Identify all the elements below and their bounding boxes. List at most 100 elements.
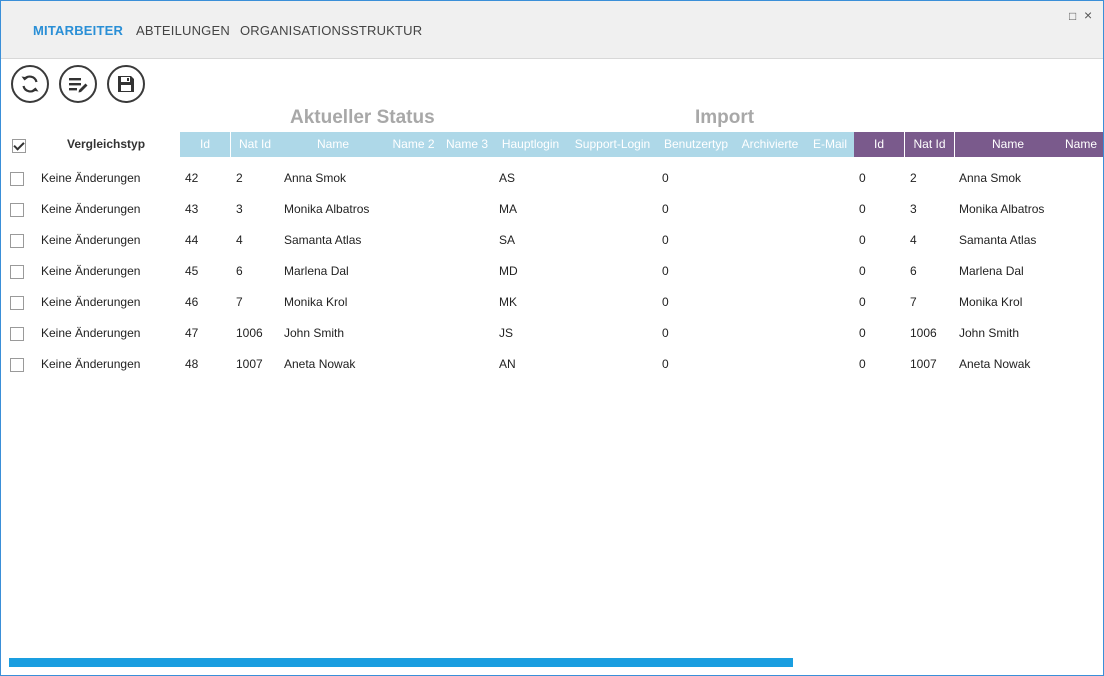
name-cell: Samanta Atlas	[284, 233, 362, 247]
refresh-button[interactable]	[11, 65, 49, 103]
nat-id-cell: 1006	[236, 326, 263, 340]
id-cell: 46	[185, 295, 199, 309]
col-header-email[interactable]: E-Mail	[806, 132, 854, 157]
hauptlogin-cell: MA	[499, 202, 517, 216]
col-header-import-name2[interactable]: Name	[1061, 132, 1103, 157]
import-id-cell: 0	[859, 295, 866, 309]
import-nat-id-cell: 1006	[910, 326, 937, 340]
group-title-import: Import	[695, 107, 755, 128]
col-header-nat-id[interactable]: Nat Id	[231, 132, 279, 157]
tab-mitarbeiter[interactable]: MITARBEITER	[33, 23, 123, 38]
app-window: MITARBEITER ABTEILUNGEN ORGANISATIONSSTR…	[0, 0, 1104, 676]
import-name-cell: Marlena Dal	[959, 264, 1024, 278]
col-header-id[interactable]: Id	[180, 132, 230, 157]
col-header-support-login[interactable]: Support-Login	[567, 132, 658, 157]
id-cell: 43	[185, 202, 199, 216]
import-id-cell: 0	[859, 202, 866, 216]
row-checkbox[interactable]	[10, 327, 24, 341]
benutzertyp-cell: 0	[662, 326, 669, 340]
nat-id-cell: 3	[236, 202, 243, 216]
row-checkbox[interactable]	[10, 358, 24, 372]
id-cell: 42	[185, 171, 199, 185]
tab-organisationsstruktur[interactable]: ORGANISATIONSSTRUKTUR	[240, 23, 422, 38]
compare-type-cell: Keine Änderungen	[41, 326, 141, 340]
compare-type-cell: Keine Änderungen	[41, 233, 141, 247]
tab-abteilungen[interactable]: ABTEILUNGEN	[136, 23, 230, 38]
table-row[interactable]: Keine Änderungen 43 3 Monika Albatros MA 0 0 3 M…	[1, 195, 1103, 226]
hauptlogin-cell: JS	[499, 326, 514, 340]
nat-id-cell: 4	[236, 233, 243, 247]
horizontal-scrollbar[interactable]	[9, 658, 793, 667]
import-id-cell: 0	[859, 171, 866, 185]
header-divider	[904, 132, 905, 157]
col-header-hauptlogin[interactable]: Hauptlogin	[494, 132, 567, 157]
group-title-current: Aktueller Status	[290, 107, 435, 128]
table-row[interactable]: Keine Änderungen 42 2 Anna Smok AS 0 0 2 Anna Sm…	[1, 164, 1103, 195]
table-row[interactable]: Keine Änderungen 46 7 Monika Krol MK 0 0 7 Monik…	[1, 288, 1103, 319]
row-checkbox[interactable]	[10, 234, 24, 248]
col-header-import-name[interactable]: Name	[955, 132, 1061, 157]
compare-type-cell: Keine Änderungen	[41, 171, 141, 185]
compare-type-cell: Keine Änderungen	[41, 295, 141, 309]
import-id-cell: 0	[859, 357, 866, 371]
import-name-cell: Aneta Nowak	[959, 357, 1031, 371]
row-checkbox[interactable]	[10, 265, 24, 279]
benutzertyp-cell: 0	[662, 202, 669, 216]
col-header-name[interactable]: Name	[279, 132, 387, 157]
tab-bar: MITARBEITER ABTEILUNGEN ORGANISATIONSSTR…	[1, 1, 1103, 59]
header-divider	[954, 132, 955, 157]
import-id-cell: 0	[859, 264, 866, 278]
import-nat-id-cell: 3	[910, 202, 917, 216]
benutzertyp-cell: 0	[662, 264, 669, 278]
close-icon[interactable]: ×	[1084, 7, 1092, 23]
id-cell: 47	[185, 326, 199, 340]
col-header-import-nat-id[interactable]: Nat Id	[905, 132, 954, 157]
name-cell: Anna Smok	[284, 171, 347, 185]
col-header-benutzertyp[interactable]: Benutzertyp	[658, 132, 734, 157]
refresh-icon	[21, 75, 39, 93]
nat-id-cell: 1007	[236, 357, 263, 371]
benutzertyp-cell: 0	[662, 295, 669, 309]
col-header-import-id[interactable]: Id	[854, 132, 904, 157]
maximize-icon[interactable]: □	[1069, 9, 1076, 23]
name-cell: John Smith	[284, 326, 345, 340]
compare-type-cell: Keine Änderungen	[41, 202, 141, 216]
import-nat-id-cell: 7	[910, 295, 917, 309]
table-row[interactable]: Keine Änderungen 45 6 Marlena Dal MD 0 0 6 Marle…	[1, 257, 1103, 288]
id-cell: 45	[185, 264, 199, 278]
table-row[interactable]: Keine Änderungen 47 1006 John Smith JS 0 0 1006…	[1, 319, 1103, 350]
nat-id-cell: 6	[236, 264, 243, 278]
header-divider	[230, 132, 231, 157]
compare-type-header: Vergleichstyp	[67, 137, 146, 151]
hauptlogin-cell: AS	[499, 171, 516, 185]
name-cell: Marlena Dal	[284, 264, 349, 278]
import-nat-id-cell: 4	[910, 233, 917, 247]
id-cell: 48	[185, 357, 199, 371]
import-name-cell: Monika Krol	[959, 295, 1023, 309]
table-row[interactable]: Keine Änderungen 48 1007 Aneta Nowak AN 0 0 100…	[1, 350, 1103, 381]
benutzertyp-cell: 0	[662, 357, 669, 371]
row-checkbox[interactable]	[10, 296, 24, 310]
save-button[interactable]	[107, 65, 145, 103]
import-nat-id-cell: 1007	[910, 357, 937, 371]
edit-list-button[interactable]	[59, 65, 97, 103]
benutzertyp-cell: 0	[662, 171, 669, 185]
col-header-name2[interactable]: Name 2	[387, 132, 440, 157]
import-id-cell: 0	[859, 233, 866, 247]
edit-list-icon	[69, 78, 88, 93]
compare-type-cell: Keine Änderungen	[41, 357, 141, 371]
hauptlogin-cell: AN	[499, 357, 516, 371]
table-row[interactable]: Keine Änderungen 44 4 Samanta Atlas SA 0 0 4 Sam…	[1, 226, 1103, 257]
name-cell: Monika Albatros	[284, 202, 370, 216]
import-name-cell: John Smith	[959, 326, 1020, 340]
select-all-checkbox[interactable]	[12, 139, 26, 153]
import-name-cell: Anna Smok	[959, 171, 1022, 185]
row-checkbox[interactable]	[10, 172, 24, 186]
row-checkbox[interactable]	[10, 203, 24, 217]
col-header-archivierte[interactable]: Archivierte	[734, 132, 806, 157]
name-cell: Aneta Nowak	[284, 357, 356, 371]
import-id-cell: 0	[859, 326, 866, 340]
import-nat-id-cell: 2	[910, 171, 917, 185]
col-header-name3[interactable]: Name 3	[440, 132, 494, 157]
hauptlogin-cell: MK	[499, 295, 517, 309]
